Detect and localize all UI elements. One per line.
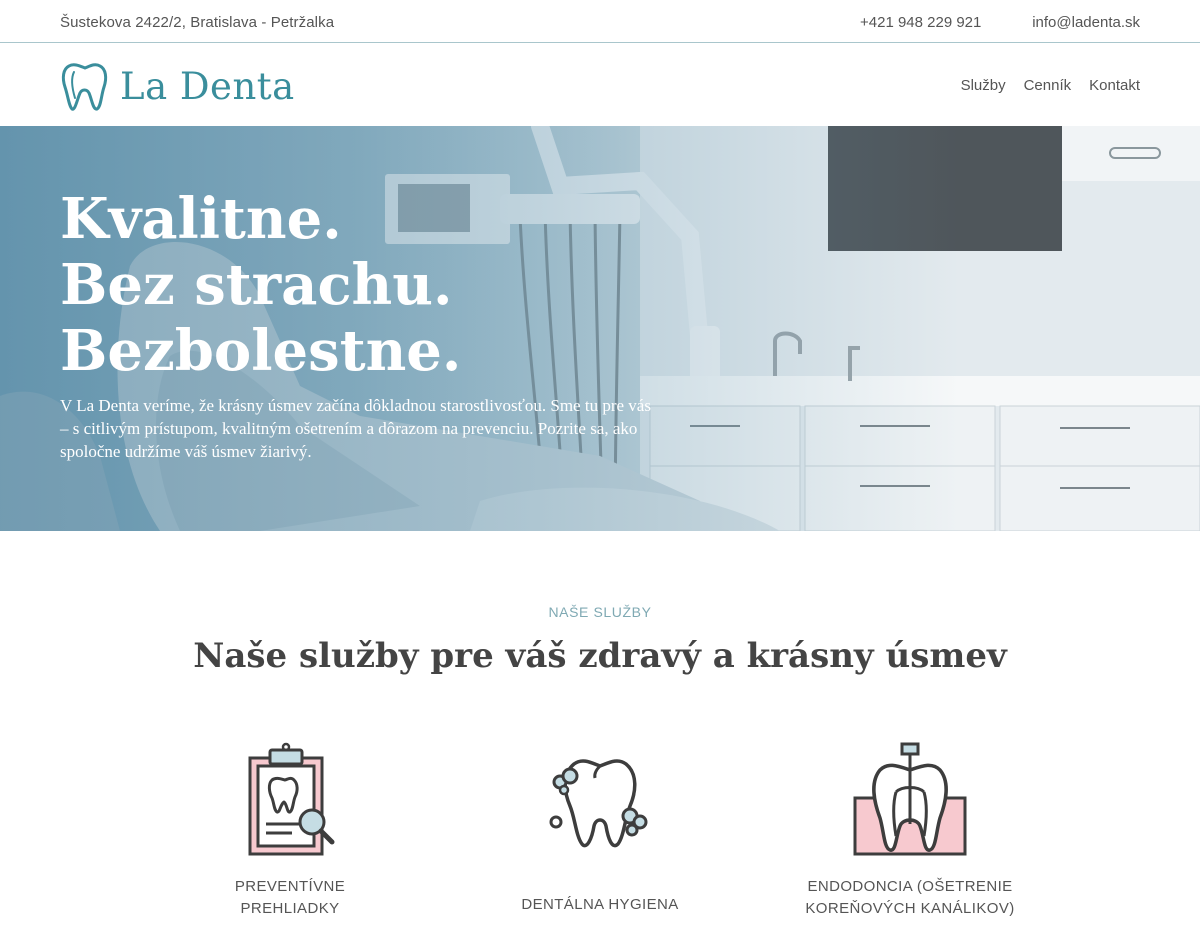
hero-headline-line: Kvalitne. [60,186,342,252]
service-card-endodontics[interactable]: ENDODONCIA (OŠETRENIE KOREŇOVÝCH KANÁLIK… [780,740,1040,920]
services-kicker: NAŠE SLUŽBY [548,604,652,620]
hero-section: Kvalitne. Bez strachu. Bezbolestne. V La… [0,126,1200,531]
phone-link[interactable]: +421 948 229 921 [860,14,981,31]
hero-text: V La Denta veríme, že krásny úsmev začín… [60,396,651,461]
logo[interactable]: La Denta [60,60,295,112]
services-title: Naše služby pre váš zdravý a krásny úsme… [193,636,1007,676]
hero-headline: Kvalitne. Bez strachu. Bezbolestne. [60,186,760,384]
service-label: DENTÁLNA HYGIENA [521,896,679,913]
top-info-bar: Šustekova 2422/2, Bratislava - Petržalka… [0,0,1200,43]
nav-item-kontakt[interactable]: Kontakt [1089,77,1140,94]
tooth-logo-icon [61,63,108,111]
clean-tooth-icon [549,759,648,848]
hero-headline-line: Bezbolestne. [60,318,462,384]
nav-item-sluzby[interactable]: Služby [961,77,1006,94]
service-card-preventive[interactable]: PREVENTÍVNE PREHLIADKY [160,740,420,920]
nav-item-cennik[interactable]: Cenník [1024,77,1072,94]
logo-text: La Denta [120,64,295,108]
clipboard-tooth-icon [248,742,335,856]
main-nav: Služby Cenník Kontakt [961,77,1140,94]
hero-headline-line: Bez strachu. [60,252,453,318]
address-text: Šustekova 2422/2, Bratislava - Petržalka [60,14,335,31]
service-label: ENDODONCIA (OŠETRENIE KOREŇOVÝCH KANÁLIK… [805,878,1015,917]
service-label: PREVENTÍVNE PREHLIADKY [234,878,346,917]
root-canal-icon [853,742,967,856]
email-link[interactable]: info@ladenta.sk [1032,14,1140,31]
site-header: La Denta Služby Cenník Kontakt [0,44,1200,126]
service-card-hygiene[interactable]: DENTÁLNA HYGIENA [470,740,730,916]
